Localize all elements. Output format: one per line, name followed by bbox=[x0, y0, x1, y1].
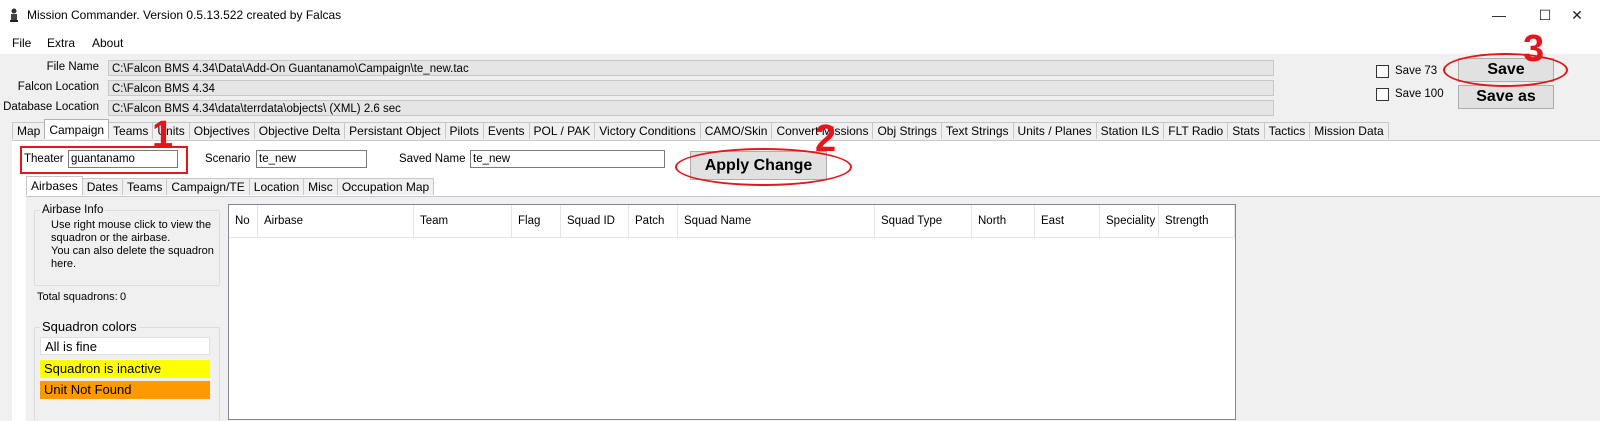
menu-extra[interactable]: Extra bbox=[47, 36, 75, 50]
save100-checkbox[interactable] bbox=[1376, 88, 1389, 101]
subtab-dates[interactable]: Dates bbox=[81, 178, 124, 195]
legend-all-fine: All is fine bbox=[40, 337, 210, 355]
col-airbase[interactable]: Airbase bbox=[258, 205, 414, 237]
tab-objective-delta[interactable]: Objective Delta bbox=[253, 122, 346, 139]
total-squadrons-value: 0 bbox=[120, 291, 127, 303]
saved-name-input[interactable]: te_new bbox=[470, 150, 665, 168]
tab-objectives[interactable]: Objectives bbox=[188, 122, 255, 139]
maximize-icon: ☐ bbox=[1538, 6, 1552, 23]
tab-tactics[interactable]: Tactics bbox=[1263, 122, 1311, 139]
tab-pilots[interactable]: Pilots bbox=[444, 122, 484, 139]
save73-label: Save 73 bbox=[1395, 65, 1438, 77]
tab-stats[interactable]: Stats bbox=[1227, 122, 1265, 139]
tab-pol-pak[interactable]: POL / PAK bbox=[528, 122, 596, 139]
database-location-label: Database Location bbox=[3, 101, 99, 113]
menu-bar bbox=[0, 30, 1600, 54]
tab-camo-skin[interactable]: CAMO/Skin bbox=[699, 122, 773, 139]
col-squad-type[interactable]: Squad Type bbox=[875, 205, 972, 237]
main-tab-strip: Map Campaign Teams Units Objectives Obje… bbox=[12, 119, 1389, 140]
legend-unit-not-found: Unit Not Found bbox=[40, 381, 210, 399]
save100-label: Save 100 bbox=[1395, 88, 1444, 100]
subtab-airbases[interactable]: Airbases bbox=[26, 176, 83, 195]
annotation-ellipse-save bbox=[1443, 53, 1568, 87]
database-location-field[interactable]: C:\Falcon BMS 4.34\data\terrdata\objects… bbox=[108, 100, 1274, 116]
minimize-button[interactable]: — bbox=[1476, 0, 1522, 30]
window-title: Mission Commander. Version 0.5.13.522 cr… bbox=[27, 8, 342, 22]
subtab-location[interactable]: Location bbox=[248, 178, 305, 195]
col-strength[interactable]: Strength bbox=[1159, 205, 1235, 237]
falcon-location-label: Falcon Location bbox=[17, 81, 99, 93]
tab-teams[interactable]: Teams bbox=[108, 122, 154, 139]
subtab-occupation-map[interactable]: Occupation Map bbox=[336, 178, 435, 195]
falcon-location-field[interactable]: C:\Falcon BMS 4.34 bbox=[108, 80, 1274, 96]
airbase-info-line: You can also delete the squadron bbox=[51, 245, 214, 257]
menu-about[interactable]: About bbox=[92, 36, 123, 50]
save-as-button[interactable]: Save as bbox=[1458, 85, 1554, 109]
subtab-campaign-te[interactable]: Campaign/TE bbox=[166, 178, 250, 195]
subtab-misc[interactable]: Misc bbox=[303, 178, 338, 195]
minimize-icon: — bbox=[1492, 7, 1506, 23]
close-button[interactable]: ✕ bbox=[1554, 0, 1600, 30]
tab-persistant-object[interactable]: Persistant Object bbox=[344, 122, 446, 139]
airbase-info-line: squadron or the airbase. bbox=[51, 232, 171, 244]
grid-header: No Airbase Team Flag Squad ID Patch Squa… bbox=[229, 205, 1235, 238]
tab-obj-strings[interactable]: Obj Strings bbox=[872, 122, 942, 139]
total-squadrons-label: Total squadrons: bbox=[37, 291, 118, 303]
airbase-info-line: Use right mouse click to view the bbox=[51, 219, 212, 231]
col-flag[interactable]: Flag bbox=[512, 205, 561, 237]
save73-checkbox[interactable] bbox=[1376, 65, 1389, 78]
sub-tab-strip: Airbases Dates Teams Campaign/TE Locatio… bbox=[26, 176, 435, 196]
tab-events[interactable]: Events bbox=[482, 122, 530, 139]
tab-units-planes[interactable]: Units / Planes bbox=[1012, 122, 1097, 139]
col-east[interactable]: East bbox=[1035, 205, 1100, 237]
close-icon: ✕ bbox=[1571, 6, 1583, 23]
tab-station-ils[interactable]: Station ILS bbox=[1095, 122, 1165, 139]
col-speciality[interactable]: Speciality bbox=[1100, 205, 1159, 237]
squadron-colors-title: Squadron colors bbox=[40, 319, 139, 334]
annotation-number-1: 1 bbox=[152, 114, 174, 156]
tab-victory-conditions[interactable]: Victory Conditions bbox=[594, 122, 701, 139]
legend-squadron-inactive: Squadron is inactive bbox=[40, 360, 210, 378]
saved-name-label: Saved Name bbox=[399, 153, 466, 165]
col-patch[interactable]: Patch bbox=[629, 205, 678, 237]
airbase-info-text: Use right mouse click to view the squadr… bbox=[51, 219, 214, 271]
menu-file[interactable]: File bbox=[12, 36, 31, 50]
tab-campaign[interactable]: Campaign bbox=[44, 119, 110, 139]
col-north[interactable]: North bbox=[972, 205, 1035, 237]
airbase-info-line: here. bbox=[51, 258, 77, 270]
scenario-label: Scenario bbox=[205, 153, 251, 165]
col-team[interactable]: Team bbox=[414, 205, 512, 237]
annotation-number-2: 2 bbox=[815, 118, 837, 160]
tab-map[interactable]: Map bbox=[12, 122, 46, 139]
file-name-field[interactable]: C:\Falcon BMS 4.34\Data\Add-On Guantanam… bbox=[108, 60, 1274, 76]
col-squad-name[interactable]: Squad Name bbox=[678, 205, 875, 237]
tab-text-strings[interactable]: Text Strings bbox=[940, 122, 1014, 139]
file-name-label: File Name bbox=[46, 61, 99, 73]
annotation-number-3: 3 bbox=[1523, 28, 1545, 70]
col-no[interactable]: No bbox=[229, 205, 258, 237]
scenario-input[interactable]: te_new bbox=[256, 150, 367, 168]
tab-flt-radio[interactable]: FLT Radio bbox=[1163, 122, 1229, 139]
subtab-teams[interactable]: Teams bbox=[122, 178, 168, 195]
airbase-info-title: Airbase Info bbox=[40, 204, 106, 216]
app-icon bbox=[10, 8, 18, 22]
col-squad-id[interactable]: Squad ID bbox=[561, 205, 629, 237]
tab-mission-data[interactable]: Mission Data bbox=[1309, 122, 1389, 139]
